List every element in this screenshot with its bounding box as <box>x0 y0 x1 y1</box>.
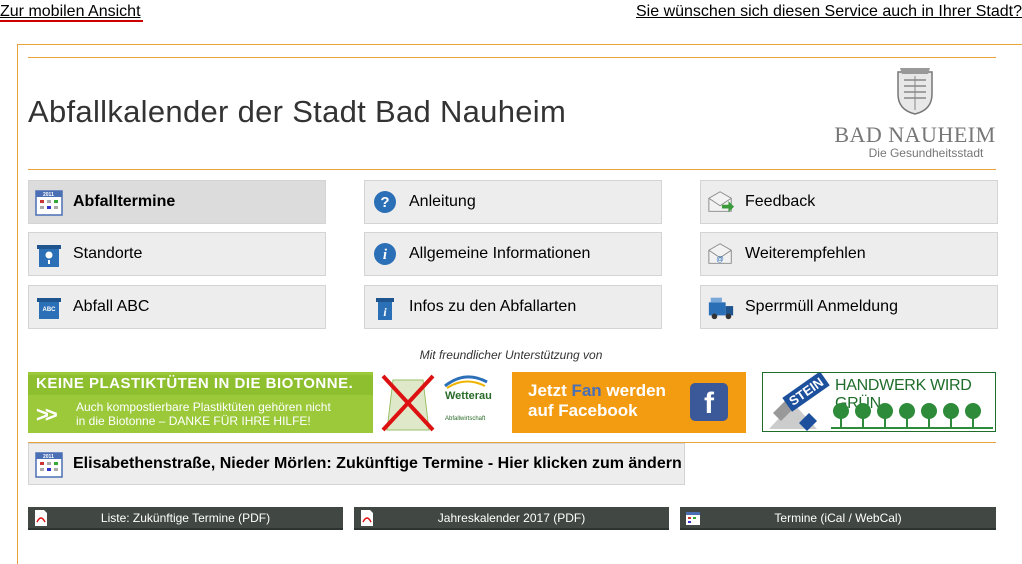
wetterau-swoosh-icon <box>444 375 488 389</box>
double-arrow-icon: >> <box>36 402 58 427</box>
logo-name: BAD NAUHEIM <box>834 122 996 147</box>
mail-at-icon: @ <box>707 240 735 268</box>
nav-label: Abfalltermine <box>73 193 176 210</box>
nav-feedback[interactable]: Feedback <box>700 180 998 224</box>
facebook-text-part: Jetzt <box>528 381 572 400</box>
facebook-banner-text: Jetzt Fan werden auf Facebook <box>528 381 666 421</box>
crossed-bag-icon <box>381 374 435 432</box>
biotonne-headline: KEINE PLASTIKTÜTEN IN DIE BIOTONNE. <box>28 375 373 395</box>
divider <box>28 57 996 58</box>
wetterau-logo-text: Wetterau <box>445 390 492 402</box>
nav-label: Sperrmüll Anmeldung <box>745 298 898 315</box>
nav-allgemeine-informationen[interactable]: i Allgemeine Informationen <box>364 232 662 276</box>
nav-weiterempfehlen[interactable]: @ Weiterempfehlen <box>700 232 998 276</box>
address-change-button[interactable]: 2011 Elisabethenstraße, Nieder Mörlen: Z… <box>28 443 685 485</box>
download-yearly-pdf[interactable]: Jahreskalender 2017 (PDF) <box>354 507 669 530</box>
nav-label: Abfall ABC <box>73 298 150 315</box>
info-bin-icon: i <box>371 293 399 321</box>
city-logo: BAD NAUHEIM Die Gesundheitsstadt <box>830 66 1000 162</box>
svg-text:2011: 2011 <box>43 454 54 460</box>
download-label: Liste: Zukünftige Termine (PDF) <box>100 510 271 525</box>
nav-label: Allgemeine Informationen <box>409 245 591 262</box>
facebook-icon: f <box>690 383 728 421</box>
question-icon: ? <box>371 188 399 216</box>
support-text: Mit freundlicher Unterstützung von <box>419 348 603 362</box>
wetterau-logo-area: Wetterau Abfallwirtschaft <box>373 372 496 433</box>
download-label: Termine (iCal / WebCal) <box>774 510 902 525</box>
pdf-icon <box>360 510 374 526</box>
pdf-icon <box>34 510 48 526</box>
nav-label: Infos zu den Abfallarten <box>409 298 577 315</box>
logo-subtitle: Die Gesundheitsstadt <box>868 146 984 160</box>
nav-label: Standorte <box>73 245 143 262</box>
nav-infos-abfallarten[interactable]: i Infos zu den Abfallarten <box>364 285 662 329</box>
info-icon: i <box>371 240 399 268</box>
divider <box>28 169 996 170</box>
abc-bin-icon: ABC <box>35 293 63 321</box>
location-bin-icon <box>35 240 63 268</box>
facebook-fan-word: Fan <box>571 381 602 400</box>
calendar-icon: 2011 <box>35 188 63 216</box>
nav-abfalltermine[interactable]: 2011 Abfalltermine <box>28 180 326 224</box>
trees-icon <box>831 403 993 429</box>
facebook-banner[interactable]: Jetzt Fan werden auf Facebook f <box>512 372 746 433</box>
page-title: Abfallkalender der Stadt Bad Nauheim <box>28 94 567 129</box>
nav-sperrmuell-anmeldung[interactable]: Sperrmüll Anmeldung <box>700 285 998 329</box>
mobile-view-link[interactable]: Zur mobilen Ansicht <box>0 3 141 21</box>
service-request-link[interactable]: Sie wünschen sich diesen Service auch in… <box>636 3 1022 21</box>
wetterau-logo-sub: Abfallwirtschaft <box>445 416 486 422</box>
nav-label: Weiterempfehlen <box>745 245 866 262</box>
mail-arrow-icon <box>707 188 735 216</box>
svg-text:2011: 2011 <box>43 192 54 198</box>
calendar-icon <box>686 510 700 526</box>
truck-icon <box>707 293 735 321</box>
nav-label: Anleitung <box>409 193 476 210</box>
biotonne-banner[interactable]: KEINE PLASTIKTÜTEN IN DIE BIOTONNE. >> A… <box>28 372 496 433</box>
calendar-icon: 2011 <box>35 450 63 478</box>
biotonne-text-line: Auch kompostierbare Plastiktüten gehören… <box>76 400 331 414</box>
mobile-link-underline <box>0 20 143 22</box>
svg-text:?: ? <box>380 194 389 211</box>
download-ical[interactable]: Termine (iCal / WebCal) <box>680 507 996 530</box>
nav-standorte[interactable]: Standorte <box>28 232 326 276</box>
facebook-text-part: auf Facebook <box>528 401 638 420</box>
svg-text:@: @ <box>716 254 724 263</box>
handwerk-banner[interactable]: STEIN HANDWERK WIRD GRÜN <box>762 372 996 432</box>
svg-text:ABC: ABC <box>43 307 57 313</box>
nav-anleitung[interactable]: ? Anleitung <box>364 180 662 224</box>
nav-abfall-abc[interactable]: ABC Abfall ABC <box>28 285 326 329</box>
nav-label: Feedback <box>745 193 816 210</box>
biotonne-text: Auch kompostierbare Plastiktüten gehören… <box>76 400 331 428</box>
download-list-pdf[interactable]: Liste: Zukünftige Termine (PDF) <box>28 507 343 530</box>
address-label: Elisabethenstraße, Nieder Mörlen: Zukünf… <box>73 455 682 472</box>
download-label: Jahreskalender 2017 (PDF) <box>437 510 586 525</box>
biotonne-text-line: in die Biotonne – DANKE FÜR IHRE HILFE! <box>76 414 311 428</box>
facebook-text-part: werden <box>601 381 666 400</box>
coat-of-arms-icon <box>897 68 933 115</box>
